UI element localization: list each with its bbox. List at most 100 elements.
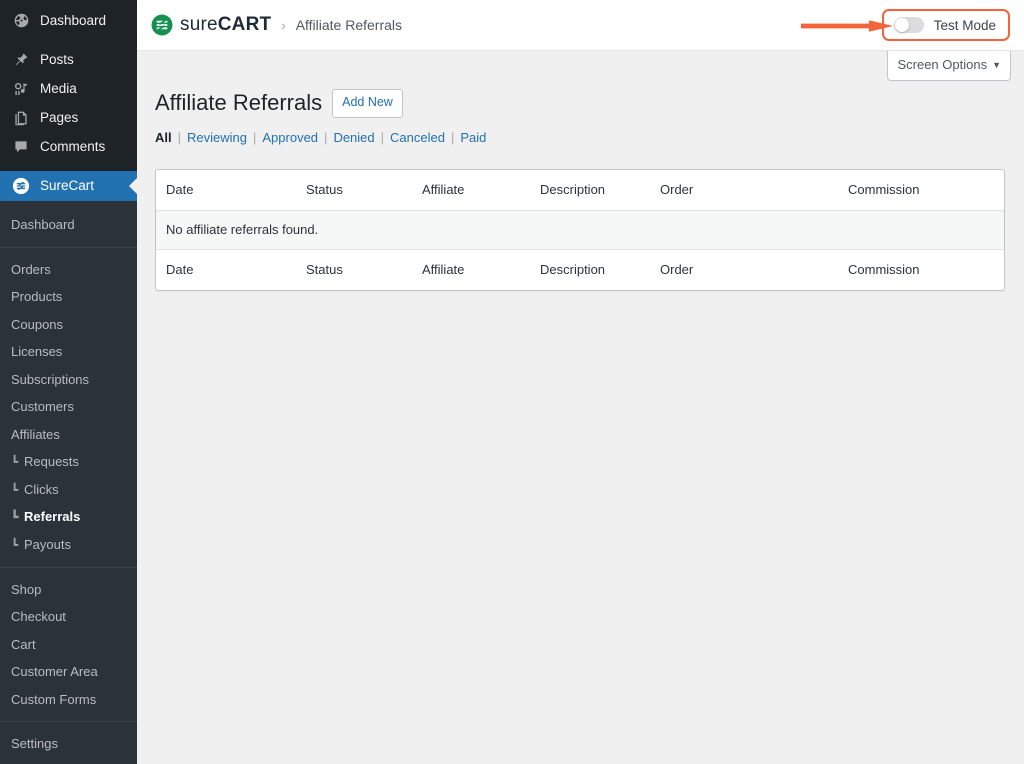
submenu-group: Dashboard: [0, 207, 137, 243]
filter-link-denied[interactable]: Denied: [333, 130, 374, 145]
submenu-item-licenses[interactable]: Licenses: [0, 338, 137, 366]
table-foot: Date Status Affiliate Description Order …: [156, 249, 1004, 290]
surecart-wordmark: sureCART: [180, 14, 271, 36]
filter-link-paid[interactable]: Paid: [460, 130, 486, 145]
sidebar-item-dashboard[interactable]: Dashboard: [0, 6, 137, 35]
sidebar-item-media[interactable]: Media: [0, 74, 137, 103]
table-body: No affiliate referrals found.: [156, 211, 1004, 249]
table-header-row: Date Status Affiliate Description Order …: [156, 170, 1004, 211]
page-content: Affiliate Referrals Add New All | Review…: [137, 85, 1024, 291]
sidebar-primary-menu: Dashboard Posts Media: [0, 0, 137, 201]
submenu-item-label: Settings: [11, 736, 58, 751]
sidebar-item-pages[interactable]: Pages: [0, 103, 137, 132]
nest-marker-icon: ┗: [11, 454, 24, 470]
submenu-item-dashboard[interactable]: Dashboard: [0, 211, 137, 239]
submenu-item-affiliates[interactable]: Affiliates: [0, 421, 137, 449]
submenu-item-payouts[interactable]: ┗Payouts: [0, 531, 137, 559]
submenu-item-label: Customer Area: [11, 664, 98, 679]
pointer-arrow-annotation: [801, 18, 893, 34]
column-footer-order[interactable]: Order: [650, 249, 838, 290]
submenu-item-customers[interactable]: Customers: [0, 393, 137, 421]
column-footer-status[interactable]: Status: [296, 249, 412, 290]
column-footer-description[interactable]: Description: [530, 249, 650, 290]
column-footer-affiliate[interactable]: Affiliate: [412, 249, 530, 290]
test-mode-label: Test Mode: [934, 18, 996, 33]
filter-separator: |: [451, 130, 454, 145]
submenu-item-referrals[interactable]: ┗Referrals: [0, 503, 137, 531]
submenu-group: Shop Checkout Cart Customer Area Custom …: [0, 572, 137, 718]
screen-options-label: Screen Options: [897, 57, 987, 72]
filter-link-all[interactable]: All: [155, 130, 172, 145]
submenu-item-label: Coupons: [11, 317, 63, 332]
breadcrumb: sureCART › Affiliate Referrals: [151, 14, 402, 36]
submenu-item-label: Clicks: [24, 482, 59, 497]
test-mode-toggle[interactable]: [894, 17, 924, 33]
column-header-affiliate[interactable]: Affiliate: [412, 170, 530, 211]
submenu-item-label: Shop: [11, 582, 41, 597]
submenu-item-checkout[interactable]: Checkout: [0, 603, 137, 631]
sidebar-item-comments[interactable]: Comments: [0, 132, 137, 161]
column-header-commission[interactable]: Commission: [838, 170, 1004, 211]
nest-marker-icon: ┗: [11, 509, 24, 525]
sidebar-item-posts[interactable]: Posts: [0, 45, 137, 74]
sidebar-item-surecart[interactable]: SureCart: [0, 171, 137, 201]
column-header-status[interactable]: Status: [296, 170, 412, 211]
table-head: Date Status Affiliate Description Order …: [156, 170, 1004, 211]
pages-icon: [11, 108, 31, 128]
wordmark-part-2: CART: [218, 14, 272, 36]
surecart-topbar: sureCART › Affiliate Referrals Test Mode: [137, 0, 1024, 51]
media-icon: [11, 79, 31, 99]
filter-separator: |: [381, 130, 384, 145]
submenu-item-clicks[interactable]: ┗Clicks: [0, 476, 137, 504]
column-header-description[interactable]: Description: [530, 170, 650, 211]
filter-separator: |: [324, 130, 327, 145]
submenu-item-label: Affiliates: [11, 427, 60, 442]
submenu-item-orders[interactable]: Orders: [0, 256, 137, 284]
column-footer-date[interactable]: Date: [156, 249, 296, 290]
screen-options-row: Screen Options ▼: [137, 51, 1024, 85]
column-header-order[interactable]: Order: [650, 170, 838, 211]
submenu-item-label: Customers: [11, 399, 74, 414]
submenu-item-label: Requests: [24, 454, 79, 469]
toggle-knob: [895, 18, 909, 32]
submenu-item-label: Orders: [11, 262, 51, 277]
column-footer-commission[interactable]: Commission: [838, 249, 1004, 290]
admin-screen: Dashboard Posts Media: [0, 0, 1024, 764]
sidebar-item-label: Media: [40, 82, 77, 96]
chevron-down-icon: ▼: [992, 60, 1001, 70]
submenu-item-requests[interactable]: ┗Requests: [0, 448, 137, 476]
empty-message: No affiliate referrals found.: [156, 211, 1004, 249]
sidebar-item-label: Posts: [40, 53, 74, 67]
submenu-item-label: Referrals: [24, 509, 80, 524]
submenu-item-custom-forms[interactable]: Custom Forms: [0, 686, 137, 714]
wordmark-part-1: sure: [180, 14, 218, 36]
active-menu-pointer: [129, 178, 137, 194]
submenu-item-cart[interactable]: Cart: [0, 631, 137, 659]
admin-sidebar: Dashboard Posts Media: [0, 0, 137, 764]
sidebar-item-label: Comments: [40, 140, 105, 154]
main-region: sureCART › Affiliate Referrals Test Mode: [137, 0, 1024, 764]
sidebar-item-label: Pages: [40, 111, 78, 125]
comments-icon: [11, 137, 31, 157]
filter-link-reviewing[interactable]: Reviewing: [187, 130, 247, 145]
submenu-item-label: Subscriptions: [11, 372, 89, 387]
submenu-item-label: Licenses: [11, 344, 62, 359]
nest-marker-icon: ┗: [11, 482, 24, 498]
submenu-item-coupons[interactable]: Coupons: [0, 311, 137, 339]
submenu-item-label: Products: [11, 289, 62, 304]
submenu-item-shop[interactable]: Shop: [0, 576, 137, 604]
surecart-submenu: Dashboard Orders Products Coupons Licens…: [0, 201, 137, 764]
table-empty-row: No affiliate referrals found.: [156, 211, 1004, 249]
submenu-item-products[interactable]: Products: [0, 283, 137, 311]
submenu-item-customer-area[interactable]: Customer Area: [0, 658, 137, 686]
sidebar-item-label: Dashboard: [40, 14, 106, 28]
screen-options-button[interactable]: Screen Options ▼: [887, 51, 1011, 81]
submenu-item-subscriptions[interactable]: Subscriptions: [0, 366, 137, 394]
add-new-button[interactable]: Add New: [332, 89, 403, 118]
filter-link-approved[interactable]: Approved: [262, 130, 318, 145]
filter-link-canceled[interactable]: Canceled: [390, 130, 445, 145]
nest-marker-icon: ┗: [11, 537, 24, 553]
submenu-item-settings[interactable]: Settings: [0, 730, 137, 758]
submenu-item-label: Cart: [11, 637, 36, 652]
column-header-date[interactable]: Date: [156, 170, 296, 211]
